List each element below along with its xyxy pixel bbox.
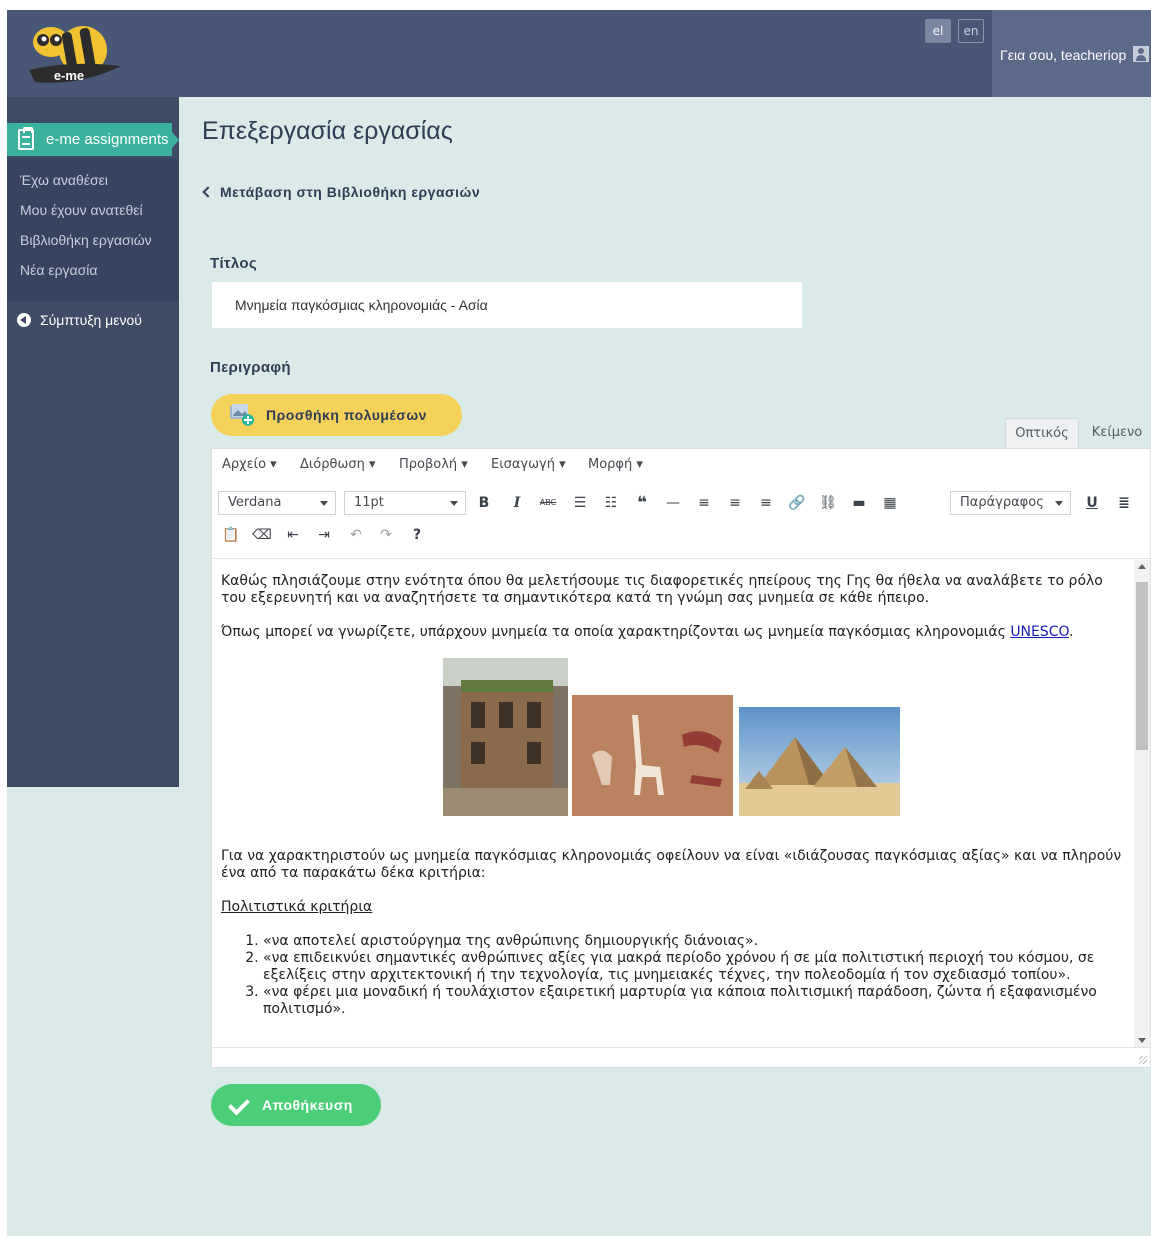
editor-menubar: Αρχείο ▾ Διόρθωση ▾ Προβολή ▾ Εισαγωγή ▾…	[212, 449, 1150, 481]
align-right-icon[interactable]: ≡	[755, 492, 777, 514]
lang-en-button[interactable]: en	[958, 19, 984, 43]
resize-handle-icon[interactable]	[1139, 1056, 1147, 1064]
title-input[interactable]: Μνημεία παγκόσμιας κληρονομιάς - Ασία	[212, 282, 802, 328]
monument-images	[221, 658, 1125, 836]
checkmark-icon	[228, 1093, 250, 1116]
back-link-label: Μετάβαση στη Βιβλιοθήκη εργασιών	[220, 184, 481, 200]
editor-content[interactable]: Καθώς πλησιάζουμε στην ενότητα όπου θα μ…	[212, 560, 1134, 1047]
outdent-icon[interactable]: ⇤	[282, 524, 304, 546]
save-button-label: Αποθήκευση	[262, 1097, 353, 1113]
menu-view[interactable]: Προβολή ▾	[399, 457, 468, 472]
paragraph-criteria-intro: Για να χαρακτηριστούν ως μνημεία παγκόσμ…	[221, 848, 1122, 881]
criteria-list: «να αποτελεί αριστούργημα της ανθρώπινης…	[221, 933, 1125, 1018]
help-icon[interactable]: ?	[406, 524, 428, 546]
underline-icon[interactable]: U	[1081, 492, 1103, 514]
save-button[interactable]: Αποθήκευση	[211, 1084, 381, 1126]
add-media-button[interactable]: Προσθήκη πολυμέσων	[211, 394, 462, 436]
logo-text: e-me	[54, 68, 84, 83]
page-title: Επεξεργασία εργασίας	[202, 117, 453, 145]
editor-scrollbar[interactable]	[1134, 560, 1150, 1047]
criteria-heading: Πολιτιστικά κριτήρια	[221, 899, 373, 915]
font-family-select[interactable]: Verdana	[218, 491, 336, 515]
sidebar-item-new-assignment[interactable]: Νέα εργασία	[20, 262, 97, 278]
numbered-list-icon[interactable]: ☷	[600, 492, 622, 514]
paste-text-icon[interactable]: 📋	[220, 524, 242, 546]
unesco-link[interactable]: UNESCO	[1010, 624, 1069, 640]
paragraph-unesco: Όπως μπορεί να γνωρίζετε, υπάρχουν μνημε…	[221, 624, 1074, 640]
back-to-library-link[interactable]: Μετάβαση στη Βιβλιοθήκη εργασιών	[202, 184, 481, 200]
chevron-down-icon	[320, 501, 328, 506]
clear-formatting-icon[interactable]: ⌫	[251, 524, 273, 546]
blockquote-icon[interactable]: ❝	[631, 492, 653, 514]
align-left-icon[interactable]: ≡	[693, 492, 715, 514]
chevron-down-icon	[450, 501, 458, 506]
scroll-up-arrow-icon[interactable]	[1138, 564, 1146, 569]
redo-icon[interactable]: ↷	[375, 524, 397, 546]
scroll-down-arrow-icon[interactable]	[1138, 1038, 1146, 1043]
menu-file[interactable]: Αρχείο ▾	[222, 457, 277, 472]
block-format-select[interactable]: Παράγραφος	[950, 491, 1071, 515]
indent-icon[interactable]: ⇥	[313, 524, 335, 546]
font-size-select[interactable]: 11pt	[344, 491, 466, 515]
list-item: «να επιδεικνύει σημαντικές ανθρώπινες αξ…	[263, 950, 1125, 984]
add-media-label: Προσθήκη πολυμέσων	[266, 407, 427, 423]
list-item: «να αποτελεί αριστούργημα της ανθρώπινης…	[263, 933, 1125, 950]
bullet-list-icon[interactable]: ☰	[569, 492, 591, 514]
lang-el-button[interactable]: el	[925, 19, 951, 43]
horizontal-line-icon[interactable]: —	[662, 492, 684, 514]
sidebar-item-assigned-by-me[interactable]: Έχω αναθέσει	[20, 172, 108, 188]
app-frame: e-me el en Γεια σου, teacheriop e-me ass…	[7, 10, 1151, 1236]
link-icon[interactable]: 🔗	[786, 492, 808, 514]
giza-pyramids-photo[interactable]	[739, 707, 900, 816]
paragraph-intro: Καθώς πλησιάζουμε στην ενότητα όπου θα μ…	[221, 573, 1103, 606]
list-item: «να φέρει μια μοναδική ή τουλάχιστον εξα…	[263, 984, 1125, 1018]
undo-icon[interactable]: ↶	[345, 524, 367, 546]
collapse-menu-label: Σύμπτυξη μενού	[40, 312, 142, 328]
sidebar-submenu: Έχω αναθέσει Μου έχουν ανατεθεί Βιβλιοθή…	[7, 159, 179, 301]
bold-icon[interactable]: B	[473, 492, 495, 514]
align-center-icon[interactable]: ≡	[724, 492, 746, 514]
user-menu[interactable]: Γεια σου, teacheriop	[992, 10, 1151, 97]
read-more-icon[interactable]: ▬	[848, 492, 870, 514]
rock-hewn-church-photo[interactable]	[443, 658, 568, 816]
sidebar-app-label: e-me assignments	[46, 131, 169, 148]
scrollbar-thumb[interactable]	[1136, 582, 1148, 750]
strikethrough-icon[interactable]: ABC	[537, 492, 559, 514]
top-header: e-me el en Γεια σου, teacheriop	[7, 10, 1151, 97]
tab-visual[interactable]: Οπτικός	[1005, 418, 1079, 448]
clipboard-icon	[18, 127, 34, 150]
rich-text-editor: Αρχείο ▾ Διόρθωση ▾ Προβολή ▾ Εισαγωγή ▾…	[211, 448, 1151, 1068]
add-media-icon	[230, 404, 254, 426]
justify-icon[interactable]: ≣	[1113, 492, 1135, 514]
user-greeting: Γεια σου, teacheriop	[1000, 47, 1127, 63]
collapse-arrow-icon	[17, 313, 31, 327]
sidebar-item-assigned-to-me[interactable]: Μου έχουν ανατεθεί	[20, 202, 143, 218]
sidebar: e-me assignments Έχω αναθέσει Μου έχουν …	[7, 97, 179, 787]
tab-text[interactable]: Κείμενο	[1083, 418, 1151, 448]
menu-insert[interactable]: Εισαγωγή ▾	[491, 457, 566, 472]
description-label: Περιγραφή	[210, 359, 291, 376]
sidebar-item-library[interactable]: Βιβλιοθήκη εργασιών	[20, 232, 152, 248]
menu-format[interactable]: Μορφή ▾	[588, 457, 643, 472]
user-icon	[1133, 46, 1149, 62]
rock-art-giraffe-photo[interactable]	[572, 695, 733, 816]
editor-statusbar	[212, 1047, 1150, 1067]
italic-icon[interactable]: I	[506, 492, 528, 514]
chevron-down-icon	[1055, 501, 1063, 506]
toolbar-toggle-icon[interactable]: ▦	[879, 492, 901, 514]
unlink-icon[interactable]: ⛓	[817, 492, 839, 514]
e-me-logo[interactable]: e-me	[21, 20, 126, 88]
sidebar-app-e-me-assignments[interactable]: e-me assignments	[7, 123, 179, 156]
title-label: Τίτλος	[210, 255, 257, 272]
chevron-left-icon	[202, 186, 214, 198]
editor-toolbar: Verdana 11pt B I ABC ☰ ☷ ❝ — ≡ ≡ ≡ 🔗 ⛓ ▬…	[212, 481, 1150, 559]
menu-edit[interactable]: Διόρθωση ▾	[300, 457, 376, 472]
